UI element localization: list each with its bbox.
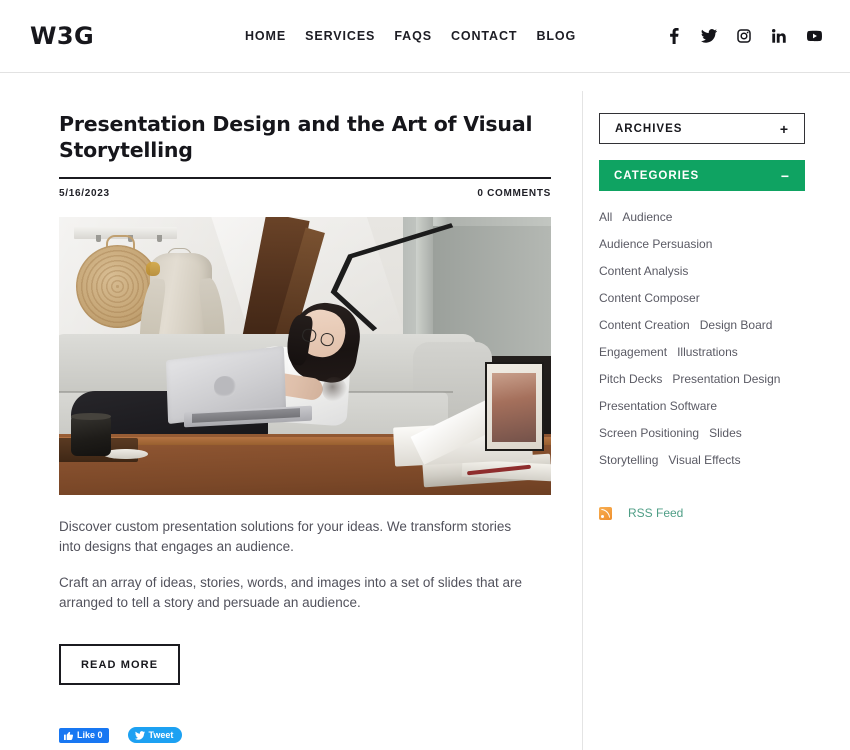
twitter-tweet-label: Tweet — [148, 730, 174, 741]
category-link-audience-persuasion[interactable]: Audience Persuasion — [599, 231, 712, 258]
coat-hook — [95, 235, 101, 243]
nav-item-blog[interactable]: BLOG — [536, 29, 576, 43]
facebook-like-button[interactable]: Like 0 — [59, 727, 109, 743]
archives-widget-title: ARCHIVES — [615, 122, 683, 135]
category-link-screen-positioning[interactable]: Screen Positioning — [599, 420, 699, 447]
nav-item-home[interactable]: HOME — [245, 29, 286, 43]
twitter-tweet-button[interactable]: Tweet — [127, 727, 183, 744]
archives-widget-header[interactable]: ARCHIVES + — [599, 113, 805, 144]
twitter-icon[interactable] — [701, 28, 717, 45]
category-link-presentation-design[interactable]: Presentation Design — [672, 366, 780, 393]
nav-item-contact[interactable]: CONTACT — [451, 29, 517, 43]
column-divider — [582, 91, 583, 750]
thumbs-up-icon — [64, 731, 73, 740]
youtube-icon[interactable] — [806, 28, 822, 45]
category-link-storytelling[interactable]: Storytelling — [599, 447, 658, 474]
category-link-visual-effects[interactable]: Visual Effects — [668, 447, 740, 474]
post-paragraph-2: Craft an array of ideas, stories, words,… — [59, 575, 522, 611]
post-hero-image — [59, 217, 551, 496]
category-link-engagement[interactable]: Engagement — [599, 339, 667, 366]
category-link-pitch-decks[interactable]: Pitch Decks — [599, 366, 662, 393]
post-comments-count[interactable]: 0 COMMENTS — [477, 188, 551, 199]
laptop-logo — [213, 375, 236, 397]
category-link-content-creation[interactable]: Content Creation — [599, 312, 690, 339]
rss-feed-link[interactable]: RSS Feed — [628, 506, 683, 520]
category-link-audience[interactable]: Audience — [622, 204, 672, 231]
nav-item-faqs[interactable]: FAQS — [394, 29, 432, 43]
site-logo[interactable]: W3G — [30, 22, 245, 50]
plus-icon: + — [779, 120, 789, 137]
twitter-bird-icon — [134, 730, 145, 740]
categories-widget-header[interactable]: CATEGORIES − — [599, 160, 805, 191]
sidebar: ARCHIVES + CATEGORIES − All Audience Aud… — [582, 73, 850, 750]
main-content: Presentation Design and the Art of Visua… — [0, 73, 582, 750]
minus-icon: − — [780, 167, 790, 184]
post-body: Discover custom presentation solutions f… — [59, 517, 529, 613]
nav-item-services[interactable]: SERVICES — [305, 29, 375, 43]
post-date: 5/16/2023 — [59, 188, 110, 200]
categories-list: All Audience Audience Persuasion Content… — [599, 204, 791, 474]
category-link-presentation-software[interactable]: Presentation Software — [599, 393, 717, 420]
coffee-mug-rim — [71, 413, 111, 420]
linkedin-icon[interactable] — [771, 28, 787, 45]
category-link-all[interactable]: All — [599, 204, 612, 231]
share-buttons: Like 0 Tweet — [59, 727, 582, 744]
page-title: Presentation Design and the Art of Visua… — [59, 112, 533, 162]
facebook-like-label: Like 0 — [77, 730, 103, 741]
rss-feed-row: RSS Feed — [599, 506, 805, 520]
post-paragraph-1: Discover custom presentation solutions f… — [59, 519, 512, 555]
title-rule — [59, 177, 551, 180]
read-more-button[interactable]: READ MORE — [59, 644, 181, 686]
social-links — [666, 28, 822, 45]
page-body: Presentation Design and the Art of Visua… — [0, 73, 850, 750]
category-link-slides[interactable]: Slides — [709, 420, 742, 447]
facebook-icon[interactable] — [666, 28, 682, 45]
category-link-design-board[interactable]: Design Board — [700, 312, 773, 339]
post-meta: 5/16/2023 0 COMMENTS — [59, 188, 551, 199]
dress-tassel — [145, 261, 161, 276]
category-link-content-composer[interactable]: Content Composer — [599, 285, 700, 312]
category-link-content-analysis[interactable]: Content Analysis — [599, 258, 688, 285]
leaning-frame-right-art — [491, 372, 537, 443]
main-navigation: HOME SERVICES FAQS CONTACT BLOG — [245, 29, 576, 43]
coffee-mug — [71, 417, 111, 457]
instagram-icon[interactable] — [736, 28, 752, 45]
categories-widget-title: CATEGORIES — [614, 169, 700, 182]
rss-icon[interactable] — [599, 506, 612, 520]
site-header: W3G HOME SERVICES FAQS CONTACT BLOG — [0, 0, 850, 73]
category-link-illustrations[interactable]: Illustrations — [677, 339, 738, 366]
